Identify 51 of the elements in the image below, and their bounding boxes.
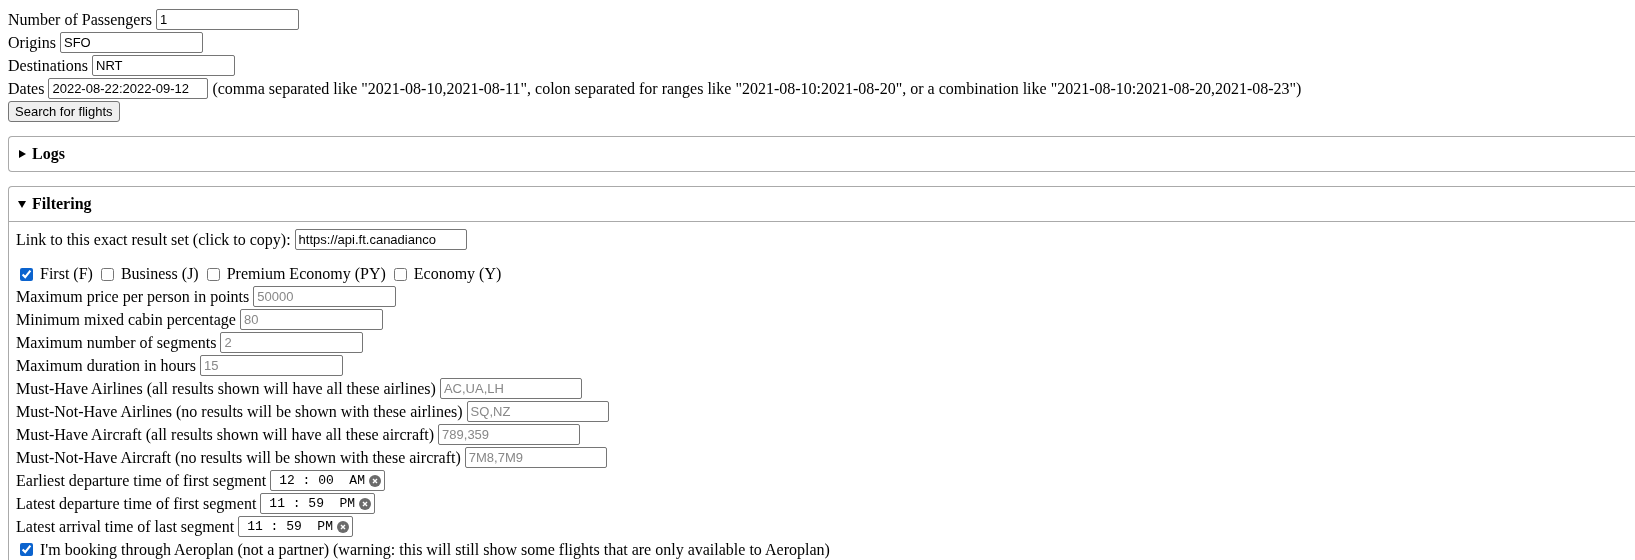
field-label: Maximum duration in hours [16,356,196,375]
cabin-checkbox[interactable] [206,267,220,281]
input-field[interactable]: NRT [92,55,235,76]
field-label: Dates [8,79,45,98]
field-label: Link to this exact result set (click to copy): [16,230,291,249]
field-label: Must-Not-Have Airlines (no results will be shown with these airlines) [16,402,463,421]
checkbox-label: Premium Economy (PY) [226,265,386,283]
field-label: Destinations [8,56,88,75]
hint-text: (comma separated like "2021-08-10,2021-08-11", colon separated for ranges like "2021-08-10:2021-08-20", or a combination like "2021-08-10:2021-08-20,2021-08-23") [212,79,1302,98]
section-toggle[interactable]: Filtering [9,187,1635,222]
input-field[interactable]: SFO [60,32,203,53]
clear-icon[interactable] [359,497,372,510]
field-label: Earliest departure time of first segment [16,471,267,490]
input-field[interactable]: 789,359 [438,424,581,445]
field-label: Must-Have Aircraft (all results shown will have all these aircraft) [16,425,435,444]
field-label: Maximum price per person in points [16,287,250,306]
cabin-checkbox[interactable] [100,267,114,281]
input-field[interactable]: 7M8,7M9 [464,447,607,468]
cabin-checkbox[interactable] [20,267,33,281]
input-field[interactable]: SQ,NZ [466,401,609,422]
field-label: Minimum mixed cabin percentage [16,310,236,329]
input-field[interactable]: 2 [220,332,364,353]
input-field[interactable]: 15 [200,355,343,376]
search-button[interactable]: Search for flights [8,101,120,122]
time-field[interactable]: 11 : 59 PM [238,516,353,537]
field-label: Latest departure time of first segment [16,494,257,513]
input-field[interactable]: 2022-08-22:2022-09-12 [48,78,209,99]
input-field[interactable]: 80 [239,309,383,330]
checkbox-label: First (F) [40,265,93,283]
clear-icon[interactable] [337,520,349,533]
checkbox-label: Business (J) [120,265,199,283]
field-label: Must-Not-Have Aircraft (no results will be shown with these aircraft) [16,448,461,467]
section-toggle[interactable]: Logs [9,137,1635,171]
triangle-right-icon [18,150,26,158]
field-label: Number of Passengers [8,10,152,29]
cabin-checkbox[interactable] [393,267,407,281]
link-field[interactable]: https://api.ft.canadianco [294,229,467,250]
time-field[interactable]: 11 : 59 PM [260,493,376,514]
aeroplan-checkbox[interactable] [20,543,33,556]
clear-icon[interactable] [368,474,381,487]
triangle-down-icon [18,200,26,208]
checkbox-label: I'm booking through Aeroplan (not a partner) (warning: this will still show some flights that are only available to Aeroplan) [40,540,830,559]
input-field[interactable]: 50000 [253,286,397,307]
field-label: Latest arrival time of last segment [16,517,235,536]
field-label: Must-Have Airlines (all results shown will have all these airlines) [16,379,436,398]
checkbox-label: Economy (Y) [413,265,502,283]
field-label: Origins [8,33,56,52]
field-label: Maximum number of segments [16,333,217,352]
time-field[interactable]: 12 : 00 AM [270,470,385,491]
input-field[interactable]: 1 [155,9,299,30]
input-field[interactable]: AC,UA,LH [439,378,582,399]
